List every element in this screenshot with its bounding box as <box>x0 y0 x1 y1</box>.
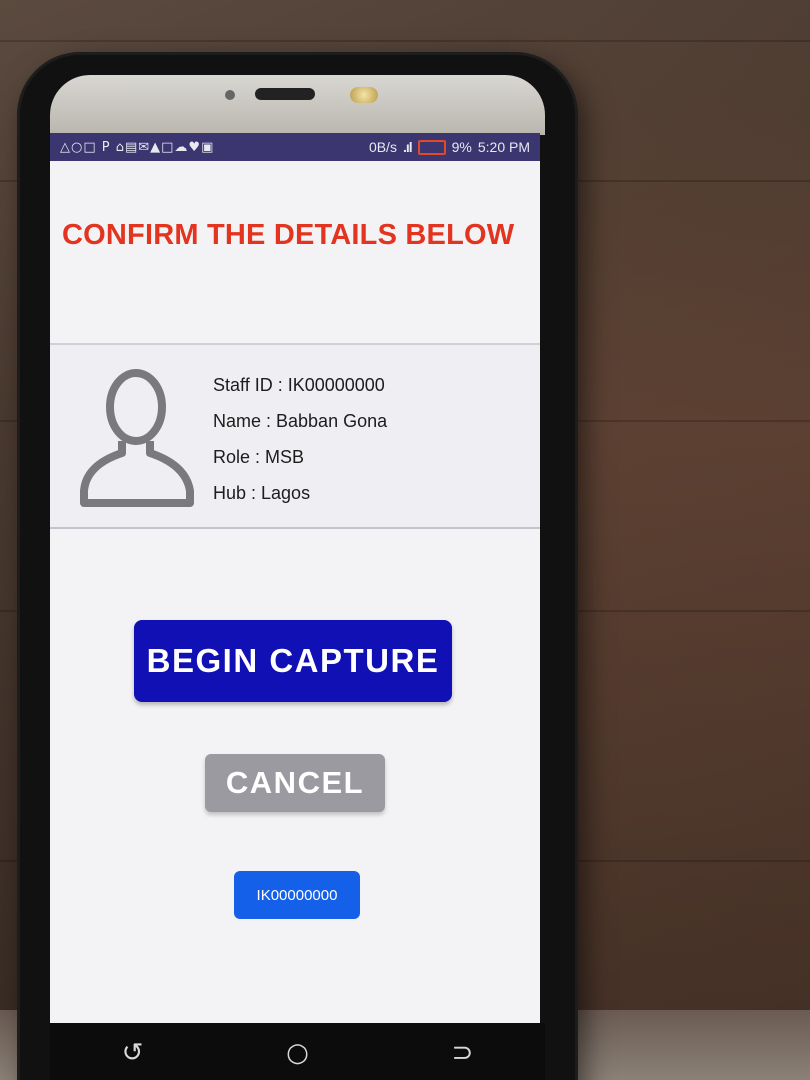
staff-role: Role : MSB <box>213 447 305 467</box>
phone-bezel <box>50 75 545 135</box>
wood-grain <box>0 40 810 42</box>
earpiece-icon <box>255 88 315 100</box>
front-camera-icon <box>225 90 235 100</box>
status-bar: △○□ P ⌂▤✉▲□☁♥▣ 0B/s .ıl 9% 5:20 PM <box>50 133 540 161</box>
battery-level: 9% <box>451 139 472 155</box>
staff-id: Staff ID : IK00000000 <box>213 375 385 395</box>
user-avatar-icon <box>80 369 194 507</box>
page-title: CONFIRM THE DETAILS BELOW <box>62 219 515 251</box>
staff-hub: Hub : Lagos <box>213 483 311 503</box>
phone: △○□ P ⌂▤✉▲□☁♥▣ 0B/s .ıl 9% 5:20 PM CONFI… <box>20 55 575 1080</box>
staff-details-card: Staff ID : IK00000000 Name : Babban Gona… <box>50 343 540 529</box>
details-list: Staff ID : IK00000000 Name : Babban Gona… <box>213 367 387 511</box>
net-speed: 0B/s <box>368 139 397 155</box>
staff-id-button[interactable]: IK00000000 <box>234 871 360 919</box>
staff-name: Name : Babban Gona <box>213 411 388 431</box>
navigation-bar: ↺ ○ ⊃ <box>50 1023 545 1080</box>
front-flash-icon <box>350 87 378 103</box>
cancel-button[interactable]: CANCEL <box>205 754 385 812</box>
back-icon[interactable]: ↺ <box>108 1038 158 1068</box>
notification-icons: △○□ P ⌂▤✉▲□☁♥▣ <box>60 139 215 155</box>
battery-icon <box>417 139 446 155</box>
clock: 5:20 PM <box>477 139 530 155</box>
home-icon[interactable]: ○ <box>273 1038 323 1068</box>
signal-icon: .ıl <box>402 139 413 155</box>
status-right: 0B/s .ıl 9% 5:20 PM <box>369 139 530 155</box>
recents-icon[interactable]: ⊃ <box>438 1038 488 1068</box>
app-screen: CONFIRM THE DETAILS BELOW Staff ID : IK0… <box>50 161 540 1023</box>
begin-capture-button[interactable]: BEGIN CAPTURE <box>134 620 452 702</box>
